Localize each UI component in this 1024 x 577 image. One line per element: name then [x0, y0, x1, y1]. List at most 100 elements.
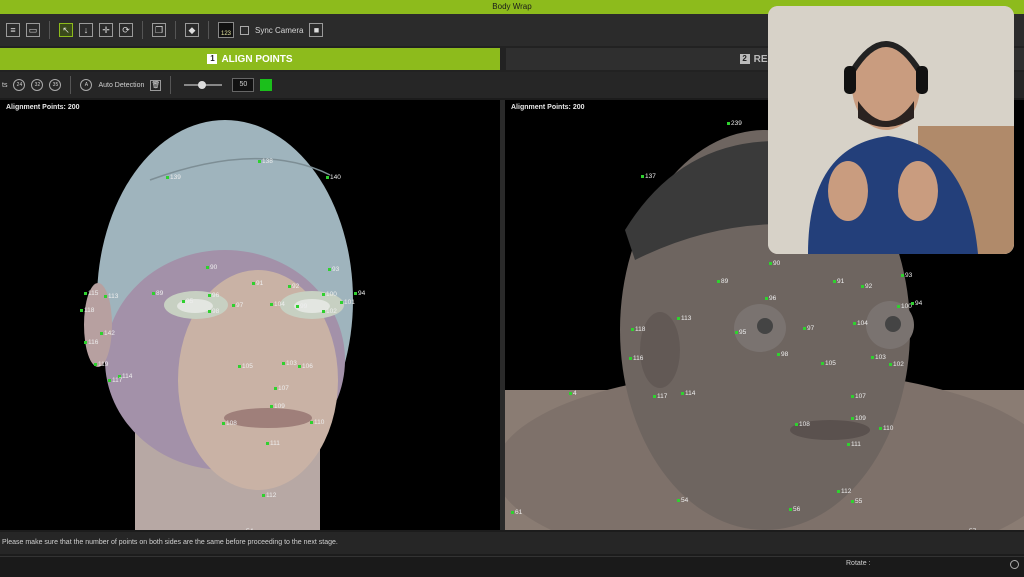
camera-icon[interactable]: ■	[309, 23, 323, 37]
alignment-point[interactable]: 118	[631, 326, 645, 333]
auto-detection-button[interactable]: Auto Detection	[98, 82, 144, 89]
tab-align-points[interactable]: 1 ALIGN POINTS	[0, 48, 500, 70]
point-marker-icon	[765, 297, 768, 300]
alignment-point[interactable]: 104	[270, 301, 285, 308]
alignment-point[interactable]: 118	[80, 307, 94, 314]
alignment-point[interactable]: 109	[851, 415, 866, 422]
alignment-point[interactable]: 90	[206, 264, 217, 271]
preset-32-button[interactable]: 32	[31, 79, 43, 91]
alignment-point[interactable]: 102	[322, 308, 337, 315]
alignment-point[interactable]: 117	[108, 377, 122, 384]
alignment-point[interactable]: 117	[653, 393, 667, 400]
count-badge-icon[interactable]: 123	[218, 22, 234, 38]
point-size-input[interactable]: 50	[232, 78, 254, 92]
alignment-point[interactable]: 107	[274, 385, 289, 392]
alignment-point[interactable]: 91	[833, 278, 844, 285]
alignment-point[interactable]: 100	[897, 303, 912, 310]
alignment-point[interactable]: 102	[889, 361, 904, 368]
point-color-swatch[interactable]	[260, 79, 272, 91]
rotate-icon[interactable]: ⟳	[119, 23, 133, 37]
layers-icon[interactable]: ❐	[152, 23, 166, 37]
alignment-point[interactable]: 112	[837, 488, 851, 495]
alignment-point[interactable]: 119	[94, 361, 108, 368]
alignment-point[interactable]: 57	[965, 528, 976, 530]
alignment-point[interactable]: 110	[879, 425, 893, 432]
alignment-point[interactable]: 56	[789, 506, 800, 513]
alignment-point[interactable]: 111	[847, 441, 861, 448]
alignment-point[interactable]: 137	[641, 173, 656, 180]
alignment-point[interactable]: 89	[717, 278, 728, 285]
alignment-point[interactable]: 93	[328, 266, 339, 273]
point-size-slider[interactable]	[184, 84, 222, 86]
alignment-point[interactable]: 91	[252, 280, 263, 287]
alignment-point[interactable]: 99	[296, 303, 307, 310]
alignment-point[interactable]: 96	[208, 292, 219, 299]
point-marker-icon	[769, 262, 772, 265]
alignment-point[interactable]: 92	[288, 283, 299, 290]
alignment-point[interactable]: 112	[262, 492, 276, 499]
alignment-point[interactable]: 108	[795, 421, 810, 428]
alignment-point[interactable]: 116	[629, 355, 643, 362]
alignment-point[interactable]: 105	[821, 360, 836, 367]
point-label: 89	[156, 290, 163, 297]
alignment-point[interactable]: 114	[681, 390, 695, 397]
alignment-point[interactable]: 89	[152, 290, 163, 297]
settings-icon[interactable]	[1010, 560, 1019, 569]
auto-detection-icon[interactable]: A	[80, 79, 92, 91]
alignment-point[interactable]: 54	[677, 497, 688, 504]
alignment-point[interactable]: 55	[851, 498, 862, 505]
alignment-point[interactable]: 54	[242, 528, 253, 530]
alignment-point[interactable]: 105	[238, 363, 253, 370]
sync-camera-checkbox[interactable]	[240, 26, 249, 35]
alignment-point[interactable]: 116	[84, 339, 98, 346]
alignment-point[interactable]: 90	[769, 260, 780, 267]
alignment-point[interactable]: 109	[270, 403, 285, 410]
cube-icon[interactable]: ◆	[185, 23, 199, 37]
slider-handle[interactable]	[198, 81, 206, 89]
point-marker-icon	[208, 294, 211, 297]
point-marker-icon	[569, 392, 572, 395]
select-pointer-icon[interactable]: ↖	[59, 23, 73, 37]
alignment-point[interactable]: 139	[166, 174, 181, 181]
preset-35-button[interactable]: 35	[49, 79, 61, 91]
alignment-point[interactable]: 115	[84, 290, 98, 297]
alignment-point[interactable]: 113	[677, 315, 691, 322]
alignment-point[interactable]: 93	[901, 272, 912, 279]
alignment-point[interactable]: 101	[340, 299, 355, 306]
alignment-point[interactable]: 95	[182, 298, 193, 305]
alignment-point[interactable]: 104	[853, 320, 868, 327]
alignment-point[interactable]: 108	[222, 420, 237, 427]
trash-icon[interactable]: 🗑	[150, 80, 161, 91]
alignment-point[interactable]: 95	[735, 329, 746, 336]
alignment-point[interactable]: 113	[104, 293, 118, 300]
menu-icon[interactable]: ≡	[6, 23, 20, 37]
source-viewport[interactable]: Alignment Points: 200 138140139909192938…	[0, 100, 500, 530]
alignment-point[interactable]: 142	[100, 330, 115, 337]
alignment-point[interactable]: 96	[765, 295, 776, 302]
point-marker-icon	[222, 422, 225, 425]
alignment-point[interactable]: 98	[208, 308, 219, 315]
alignment-point[interactable]: 61	[511, 509, 522, 516]
alignment-point[interactable]: 140	[326, 174, 341, 181]
alignment-point[interactable]: 110	[310, 419, 324, 426]
point-label: 112	[266, 492, 276, 499]
alignment-point[interactable]: 138	[258, 158, 273, 165]
window-icon[interactable]: ▭	[26, 23, 40, 37]
alignment-point[interactable]: 111	[266, 440, 280, 447]
alignment-point[interactable]: 92	[861, 283, 872, 290]
alignment-point[interactable]: 94	[354, 290, 365, 297]
alignment-point[interactable]: 100	[322, 291, 337, 298]
alignment-point[interactable]: 4	[569, 390, 577, 397]
move-icon[interactable]: ✛	[99, 23, 113, 37]
alignment-point[interactable]: 103	[871, 354, 886, 361]
alignment-point[interactable]: 97	[803, 325, 814, 332]
alignment-point[interactable]: 103	[282, 360, 297, 367]
alignment-point[interactable]: 97	[232, 302, 243, 309]
preset-24-button[interactable]: 24	[13, 79, 25, 91]
alignment-point[interactable]: 107	[851, 393, 866, 400]
download-icon[interactable]: ↓	[79, 23, 93, 37]
alignment-point[interactable]: 239	[727, 120, 742, 127]
alignment-point[interactable]: 106	[298, 363, 313, 370]
alignment-point[interactable]: 94	[911, 300, 922, 307]
alignment-point[interactable]: 98	[777, 351, 788, 358]
